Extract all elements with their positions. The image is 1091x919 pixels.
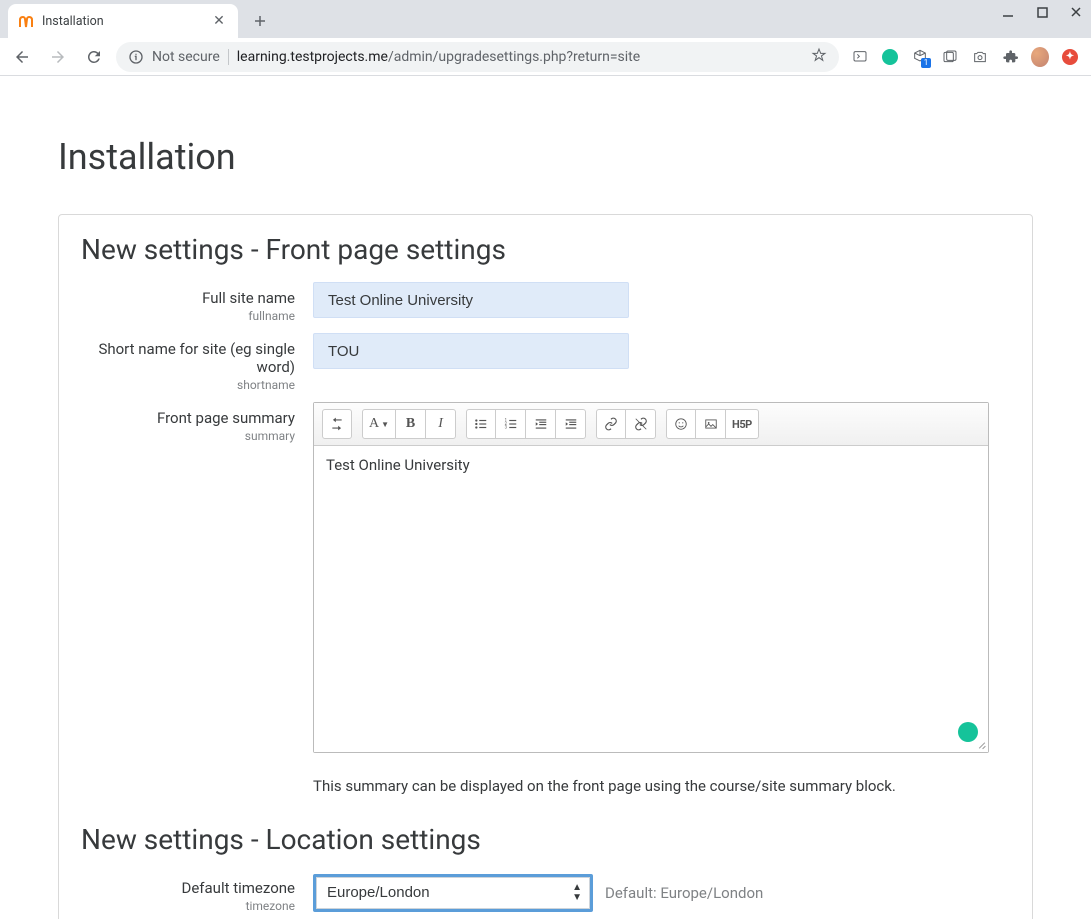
image-button[interactable] <box>696 409 726 439</box>
emoji-button[interactable] <box>666 409 696 439</box>
browser-tab-strip: Installation ✕ <box>0 0 1091 38</box>
window-minimize-icon[interactable] <box>999 6 1017 22</box>
fullname-label: Full site name <box>81 289 295 307</box>
settings-card: New settings - Front page settings Full … <box>58 214 1033 919</box>
shortname-setting-name: shortname <box>81 378 295 392</box>
extension-icon[interactable] <box>851 48 869 66</box>
window-maximize-icon[interactable] <box>1033 6 1051 22</box>
profile-avatar[interactable] <box>1031 48 1049 66</box>
svg-text:3: 3 <box>504 425 507 430</box>
timezone-label: Default timezone <box>81 879 295 897</box>
outdent-button[interactable] <box>526 409 556 439</box>
grammarly-extension-icon[interactable] <box>881 48 899 66</box>
editor-content-area[interactable]: Test Online University <box>314 446 988 752</box>
window-close-icon[interactable] <box>1067 6 1085 22</box>
fullname-input[interactable] <box>313 282 629 318</box>
h5p-button[interactable]: H5P <box>726 409 759 439</box>
moodle-favicon <box>18 13 34 29</box>
shortname-label: Short name for site (eg single word) <box>81 340 295 376</box>
reload-button[interactable] <box>80 43 108 71</box>
summary-help-text: This summary can be displayed on the fro… <box>313 777 1010 795</box>
section-title-frontpage: New settings - Front page settings <box>81 233 1010 266</box>
browser-tab[interactable]: Installation ✕ <box>8 4 238 38</box>
info-icon <box>128 49 144 65</box>
summary-label: Front page summary <box>81 409 295 427</box>
paragraph-style-button[interactable]: A▼ <box>362 409 396 439</box>
toolbar-toggle-icon[interactable] <box>322 409 352 439</box>
timezone-setting-name: timezone <box>81 899 295 913</box>
camera-extension-icon[interactable] <box>971 48 989 66</box>
extensions-menu-icon[interactable] <box>1001 48 1019 66</box>
bookmark-icon[interactable] <box>811 47 827 67</box>
browser-toolbar: Not secure learning.testprojects.me/admi… <box>0 38 1091 76</box>
resize-handle[interactable] <box>974 738 986 750</box>
bullet-list-button[interactable] <box>466 409 496 439</box>
security-status: Not secure <box>152 49 229 65</box>
bold-button[interactable]: B <box>396 409 426 439</box>
extension-icon[interactable] <box>941 48 959 66</box>
extension-cube-icon[interactable] <box>911 48 929 66</box>
timezone-default-hint: Default: Europe/London <box>605 884 763 902</box>
rich-text-editor: A▼ B I 123 <box>313 402 989 753</box>
summary-setting-name: summary <box>81 429 295 443</box>
tab-title: Installation <box>42 14 202 29</box>
link-button[interactable] <box>596 409 626 439</box>
forward-button[interactable] <box>44 43 72 71</box>
address-bar[interactable]: Not secure learning.testprojects.me/admi… <box>116 42 839 72</box>
italic-button[interactable]: I <box>426 409 456 439</box>
indent-button[interactable] <box>556 409 586 439</box>
back-button[interactable] <box>8 43 36 71</box>
extension-red-icon[interactable]: ✦ <box>1061 48 1079 66</box>
page-title: Installation <box>58 136 1033 178</box>
timezone-select[interactable]: Europe/London <box>316 877 590 909</box>
close-tab-icon[interactable]: ✕ <box>210 13 228 29</box>
new-tab-button[interactable] <box>246 7 274 35</box>
url-text: learning.testprojects.me/admin/upgradese… <box>237 49 640 65</box>
editor-toolbar: A▼ B I 123 <box>314 403 988 446</box>
unlink-button[interactable] <box>626 409 656 439</box>
page-viewport[interactable]: Installation New settings - Front page s… <box>0 76 1091 919</box>
numbered-list-button[interactable]: 123 <box>496 409 526 439</box>
fullname-setting-name: fullname <box>81 309 295 323</box>
shortname-input[interactable] <box>313 333 629 369</box>
section-title-location: New settings - Location settings <box>81 823 1010 856</box>
